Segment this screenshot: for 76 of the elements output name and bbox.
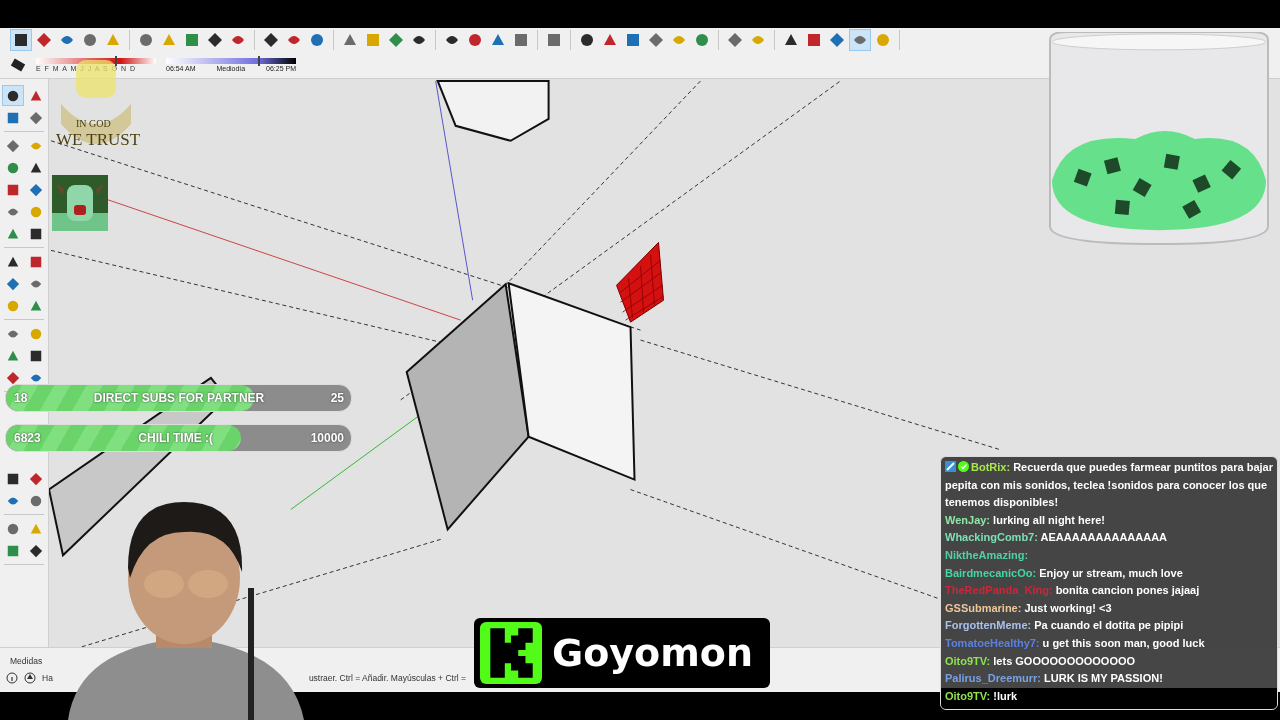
logo-icon bbox=[480, 622, 542, 684]
goal-current: 18 bbox=[14, 391, 28, 405]
tool-icon bbox=[138, 32, 154, 48]
info-icon bbox=[6, 672, 18, 684]
tool-icon bbox=[28, 226, 43, 241]
chat-message: WhackingComb7: AEAAAAAAAAAAAAAA bbox=[945, 530, 1169, 546]
tool-icon bbox=[207, 32, 223, 48]
goal-current: 6823 bbox=[14, 431, 41, 445]
tool-icon bbox=[82, 32, 98, 48]
chat-message: Oito9TV: lets GOOOOOOOOOOOOO bbox=[945, 653, 1137, 669]
chat-message: BairdmecanicOo: Enjoy ur stream, much love bbox=[945, 565, 1184, 581]
tool-icon bbox=[625, 32, 641, 48]
tool-icon bbox=[546, 32, 562, 48]
goal-title: CHILI TIME :( bbox=[137, 431, 214, 445]
tool-icon bbox=[579, 32, 595, 48]
tool-icon bbox=[184, 32, 200, 48]
tool-icon bbox=[28, 204, 43, 219]
tool-icon bbox=[263, 32, 279, 48]
verified-icon bbox=[958, 461, 969, 472]
tool-icon bbox=[105, 32, 121, 48]
tool-button[interactable] bbox=[10, 29, 32, 51]
chat-message: NiktheAmazing: bbox=[945, 547, 1030, 563]
tool-icon bbox=[467, 32, 483, 48]
tool-icon bbox=[365, 32, 381, 48]
chat-message: TheRedPanda_King: bonita cancion pones jajaaj bbox=[945, 583, 1201, 599]
tool-icon bbox=[13, 32, 29, 48]
tool-icon bbox=[28, 182, 43, 197]
geo-icon bbox=[24, 672, 36, 684]
status-hint: Ha bbox=[42, 673, 53, 683]
tool-icon bbox=[28, 254, 43, 269]
tool-icon bbox=[28, 543, 43, 558]
tool-icon bbox=[5, 471, 20, 486]
tool-icon bbox=[5, 543, 20, 558]
status-hint: ustraer. Ctrl = Añadir. Mayúsculas + Ctrl = bbox=[308, 673, 466, 683]
tool-icon bbox=[161, 32, 177, 48]
tool-icon bbox=[829, 32, 845, 48]
measurements-label: Medidas bbox=[10, 656, 43, 666]
tool-icon bbox=[5, 160, 20, 175]
tool-icon bbox=[388, 32, 404, 48]
tool-icon bbox=[875, 32, 891, 48]
tool-icon bbox=[602, 32, 618, 48]
chat-message: BotRix: Recuerda que puedes farmear puntitos para bajar pepita con mis sonidos, teclea !sonidos para conocer los que tenemos disponibles! bbox=[945, 460, 1273, 511]
emblem-text: IN GOD bbox=[76, 118, 111, 129]
chat-message: Oito9TV: !lurk bbox=[941, 687, 1277, 709]
tool-icon bbox=[513, 32, 529, 48]
chat-message: TomatoeHealthy7: u get this soon man, good luck bbox=[945, 635, 1206, 651]
tool-icon bbox=[5, 88, 20, 103]
tool-icon bbox=[5, 110, 20, 125]
chat-message: Palirus_Dreemurr: LURK IS MY PASSION! bbox=[945, 671, 1164, 687]
chat-message: WenJay: lurking all night here! bbox=[945, 512, 1106, 528]
chat-message: GSSubmarine: Just working! <3 bbox=[945, 600, 1113, 616]
goal-target: 25 bbox=[330, 391, 344, 405]
tool-icon bbox=[5, 138, 20, 153]
tool-icon bbox=[28, 348, 43, 363]
tool-icon bbox=[727, 32, 743, 48]
chat-message: ForgottenMeme: Pa cuando el dotita pe pipipi bbox=[945, 618, 1185, 634]
tool-icon bbox=[5, 521, 20, 536]
tool-icon bbox=[342, 32, 358, 48]
tool-icon bbox=[36, 32, 52, 48]
tool-icon bbox=[5, 182, 20, 197]
tool-icon bbox=[28, 326, 43, 341]
tool-icon bbox=[28, 110, 43, 125]
streamer-name: Goyomon bbox=[552, 631, 753, 675]
tool-icon bbox=[28, 493, 43, 508]
goal-target: 10000 bbox=[310, 431, 344, 445]
tool-icon bbox=[694, 32, 710, 48]
tool-icon bbox=[5, 276, 20, 291]
tool-icon bbox=[806, 32, 822, 48]
tool-icon bbox=[309, 32, 325, 48]
tool-icon bbox=[783, 32, 799, 48]
tool-icon bbox=[648, 32, 664, 48]
tool-icon bbox=[28, 471, 43, 486]
tool-icon bbox=[5, 298, 20, 313]
emblem-text: WE TRUST bbox=[56, 130, 141, 150]
tool-icon bbox=[490, 32, 506, 48]
tool-button[interactable] bbox=[1, 85, 24, 106]
